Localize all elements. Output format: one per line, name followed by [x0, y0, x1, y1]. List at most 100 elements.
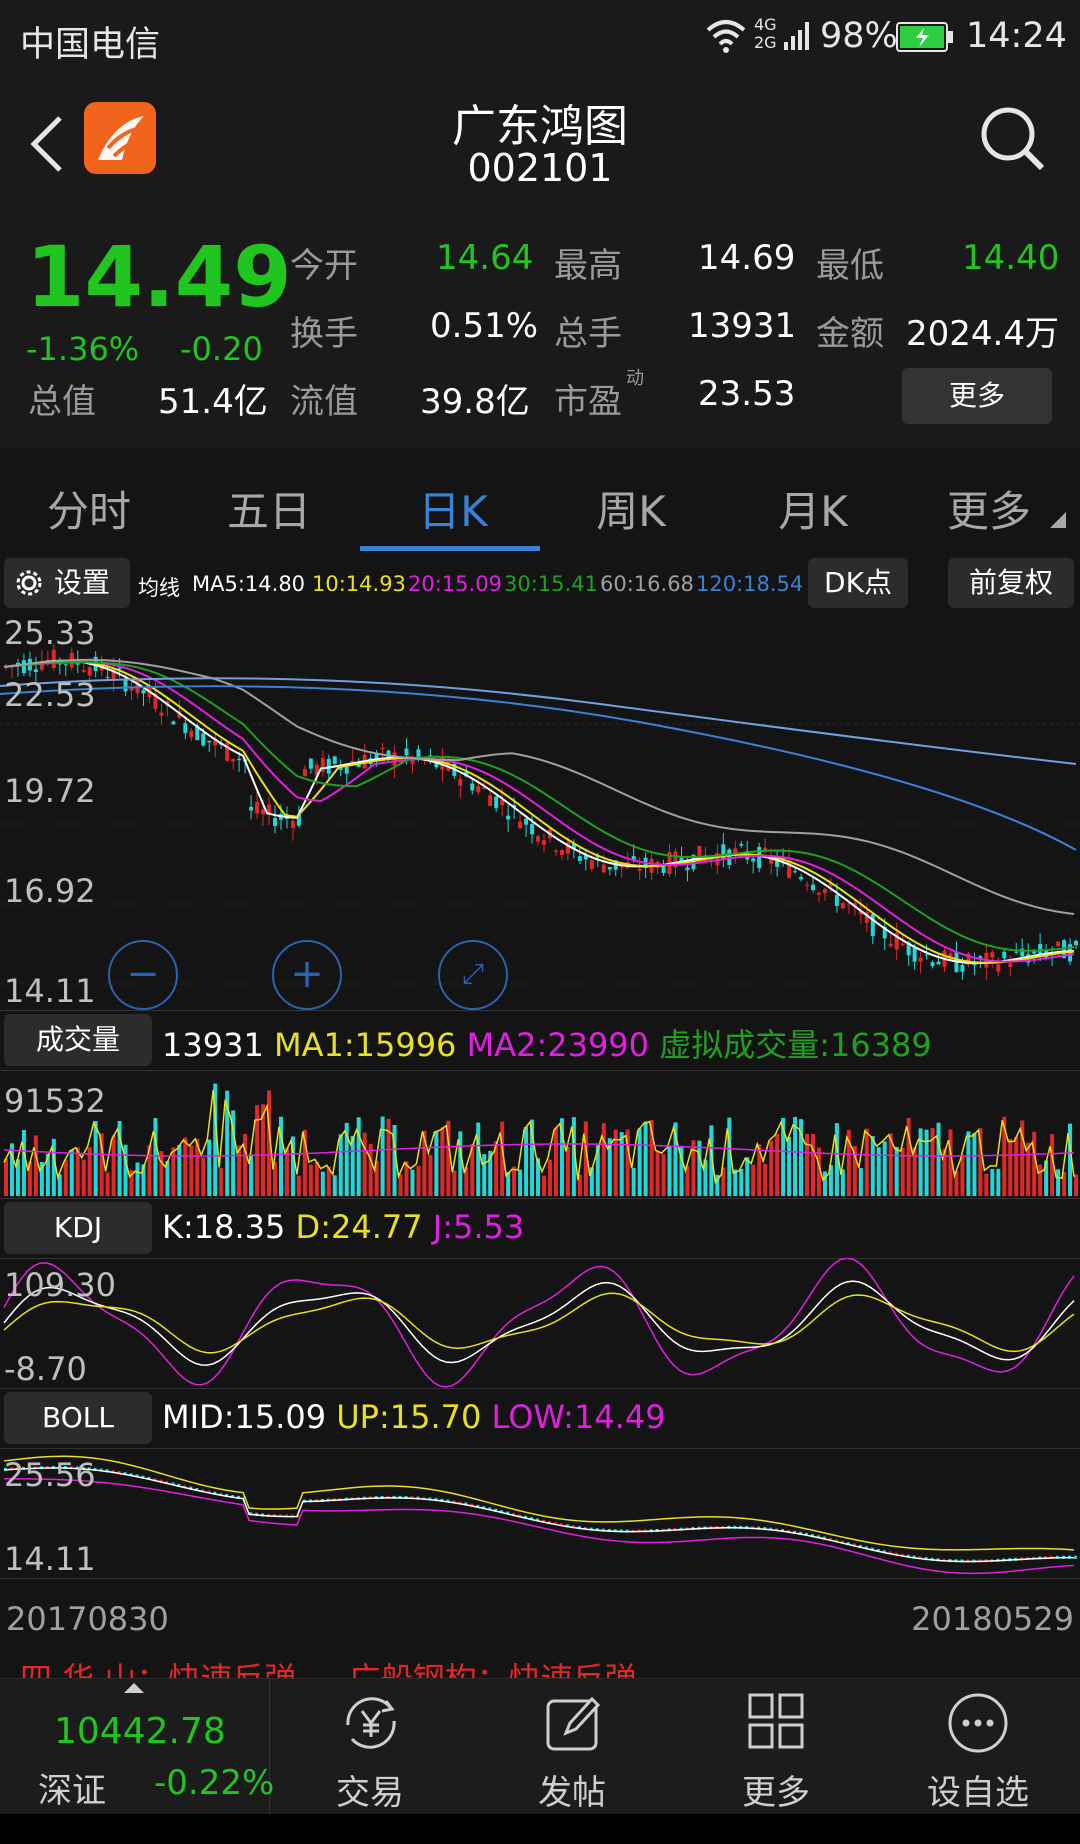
nav-post[interactable]: 发帖: [472, 1679, 672, 1815]
candle-body: [494, 796, 499, 809]
volume-bar: [416, 1165, 421, 1196]
volume-bar: [655, 1151, 660, 1196]
candle-body: [404, 748, 409, 756]
candle-body: [302, 768, 307, 777]
current-price: 14.49: [26, 228, 292, 326]
candle-body: [918, 957, 923, 962]
volume-value: 13931: [162, 1026, 264, 1064]
kline-chart[interactable]: 25.33 22.53 19.72 16.92 14.11 − + ⤢: [0, 614, 1080, 1010]
volume-bar: [63, 1159, 68, 1196]
candle-body: [159, 712, 164, 716]
boll-low: LOW:14.49: [491, 1398, 666, 1436]
volume-bar: [314, 1161, 319, 1196]
kdj-k: K:18.35: [162, 1208, 286, 1246]
volume-bar: [410, 1169, 415, 1196]
search-icon[interactable]: [978, 104, 1048, 174]
volume-bar: [69, 1149, 74, 1196]
candle-body: [936, 961, 941, 965]
boll-chart[interactable]: 25.56 14.11: [0, 1448, 1080, 1578]
pe-value: 23.53: [698, 374, 796, 414]
volume-bar: [21, 1129, 26, 1196]
nav-post-label: 发帖: [538, 1773, 606, 1813]
index-change: -0.22%: [154, 1763, 275, 1803]
volume-bar: [697, 1140, 702, 1196]
volume-bar: [428, 1154, 433, 1196]
candle-body: [207, 740, 212, 743]
volume-bar: [177, 1144, 182, 1196]
divider: [0, 1388, 1080, 1389]
tab-intraday[interactable]: 分时: [14, 478, 164, 539]
more-quote-button[interactable]: 更多: [902, 368, 1052, 424]
tab-monthly-k[interactable]: 月K: [738, 478, 888, 539]
settings-label: 设置: [54, 566, 111, 599]
back-arrow-icon[interactable]: [26, 112, 66, 176]
candle-body: [960, 964, 965, 972]
volume-chart[interactable]: 91532: [0, 1070, 1080, 1198]
boll-indicator-button[interactable]: BOLL: [4, 1392, 152, 1444]
volume-bar: [255, 1105, 260, 1196]
volume-bar: [159, 1150, 164, 1196]
boll-canvas: [3, 1455, 1078, 1575]
open-label: 今开: [290, 246, 358, 286]
candle-body: [834, 894, 839, 906]
candle-body: [990, 952, 995, 958]
volume-bar: [775, 1133, 780, 1196]
candle-body: [332, 756, 337, 764]
dk-point-button[interactable]: DK点: [808, 558, 908, 608]
kdj-chart[interactable]: 109.30 -8.70: [0, 1258, 1080, 1388]
nav-more[interactable]: 更多: [676, 1679, 876, 1815]
tab-weekly-k[interactable]: 周K: [556, 478, 706, 539]
volume-bar: [745, 1157, 750, 1196]
kdj-indicator-button[interactable]: KDJ: [4, 1202, 152, 1254]
caret-up-icon: [124, 1683, 144, 1693]
forward-adjust-button[interactable]: 前复权: [948, 558, 1074, 608]
volume-canvas: [3, 1083, 1079, 1196]
candle-body: [231, 758, 236, 762]
volume-bar: [33, 1135, 38, 1196]
date-end: 20180529: [911, 1600, 1074, 1638]
candle-body: [189, 730, 194, 738]
active-tab-indicator: [360, 546, 540, 551]
candle-body: [996, 964, 1001, 972]
kline-axis-label: 16.92: [4, 872, 96, 910]
candle-body: [183, 723, 188, 734]
volume-bar: [338, 1134, 343, 1196]
volume-bar: [1074, 1174, 1079, 1196]
nav-trade[interactable]: 交易: [270, 1679, 470, 1815]
pe-label: 市盈: [554, 382, 622, 422]
candle-body: [416, 749, 421, 758]
volume-bar: [960, 1154, 965, 1196]
candle-body: [470, 783, 475, 791]
settings-button[interactable]: 设置: [4, 558, 130, 608]
fullscreen-button[interactable]: ⤢: [438, 940, 508, 1010]
candle-body: [912, 946, 917, 962]
volume-bar: [380, 1116, 385, 1196]
volume-bar: [643, 1121, 648, 1196]
news-ticker[interactable]: 四 华 山：快速反弹 … 广船钢构：快速反弹: [0, 1660, 1080, 1678]
volume-bar: [637, 1128, 642, 1196]
index-widget[interactable]: 10442.78 深证 -0.22%: [0, 1679, 274, 1815]
volume-bar: [207, 1139, 212, 1196]
candle-body: [553, 850, 558, 852]
volume-bar: [201, 1157, 206, 1196]
tab-five-day[interactable]: 五日: [194, 478, 344, 539]
network-type: 4G 2G: [754, 15, 777, 52]
open-value: 14.64: [436, 238, 534, 278]
volume-bar: [691, 1140, 696, 1196]
tab-daily-k[interactable]: 日K: [378, 478, 528, 539]
volume-bar: [111, 1135, 116, 1196]
low-label: 最低: [816, 246, 884, 286]
candle-body: [380, 747, 385, 750]
volume-bar: [171, 1147, 176, 1196]
nav-add-watchlist[interactable]: 设自选: [878, 1679, 1078, 1815]
zoom-out-button[interactable]: −: [108, 940, 178, 1010]
candle-body: [458, 778, 463, 786]
candle-body: [530, 824, 535, 835]
zoom-in-button[interactable]: +: [272, 940, 342, 1010]
tab-more[interactable]: 更多: [914, 478, 1064, 539]
candle-body: [123, 679, 128, 692]
ma20-value: 20:15.09: [408, 572, 502, 596]
ticker-text: 四 华 山：快速反弹 … 广船钢构：快速反弹: [20, 1660, 637, 1678]
volume-indicator-button[interactable]: 成交量: [4, 1014, 152, 1066]
volume-bar: [924, 1129, 929, 1196]
